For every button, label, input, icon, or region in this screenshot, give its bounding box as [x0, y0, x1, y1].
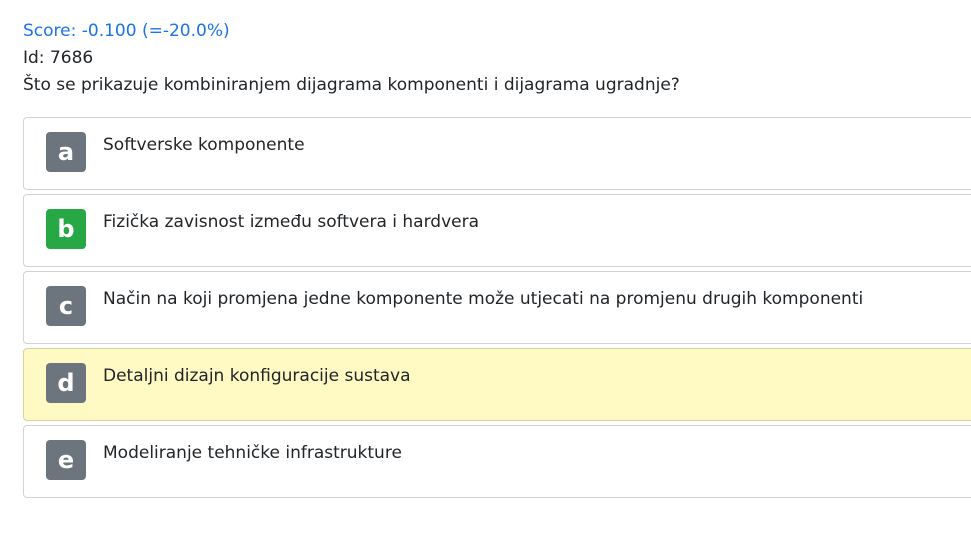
answer-option-d[interactable]: d Detaljni dizajn konfiguracije sustava: [23, 348, 971, 421]
answer-option-b[interactable]: b Fizička zavisnost između softvera i ha…: [23, 194, 971, 267]
question-text: Što se prikazuje kombiniranjem dijagrama…: [23, 75, 680, 95]
answer-letter-badge: e: [46, 440, 86, 480]
answer-letter-badge: a: [46, 132, 86, 172]
quiz-container: Score: -0.100 (=-20.0%) Id: 7686 Što se …: [0, 0, 971, 533]
answer-option-a[interactable]: a Softverske komponente: [23, 117, 971, 190]
answer-text: Detaljni dizajn konfiguracije sustava: [103, 366, 411, 386]
answer-letter-badge: c: [46, 286, 86, 326]
question-id: Id: 7686: [23, 48, 94, 68]
score-text: Score: -0.100 (=-20.0%): [23, 21, 230, 41]
answer-option-e[interactable]: e Modeliranje tehničke infrastrukture: [23, 425, 971, 498]
answer-text: Softverske komponente: [103, 135, 305, 155]
answer-text: Način na koji promjena jedne komponente …: [103, 289, 864, 309]
answer-text: Modeliranje tehničke infrastrukture: [103, 443, 402, 463]
answer-letter-badge: d: [46, 363, 86, 403]
answer-option-c[interactable]: c Način na koji promjena jedne komponent…: [23, 271, 971, 344]
answer-text: Fizička zavisnost između softvera i hard…: [103, 212, 480, 232]
answer-letter-badge: b: [46, 209, 86, 249]
answer-list: a Softverske komponente b Fizička zavisn…: [23, 117, 971, 502]
